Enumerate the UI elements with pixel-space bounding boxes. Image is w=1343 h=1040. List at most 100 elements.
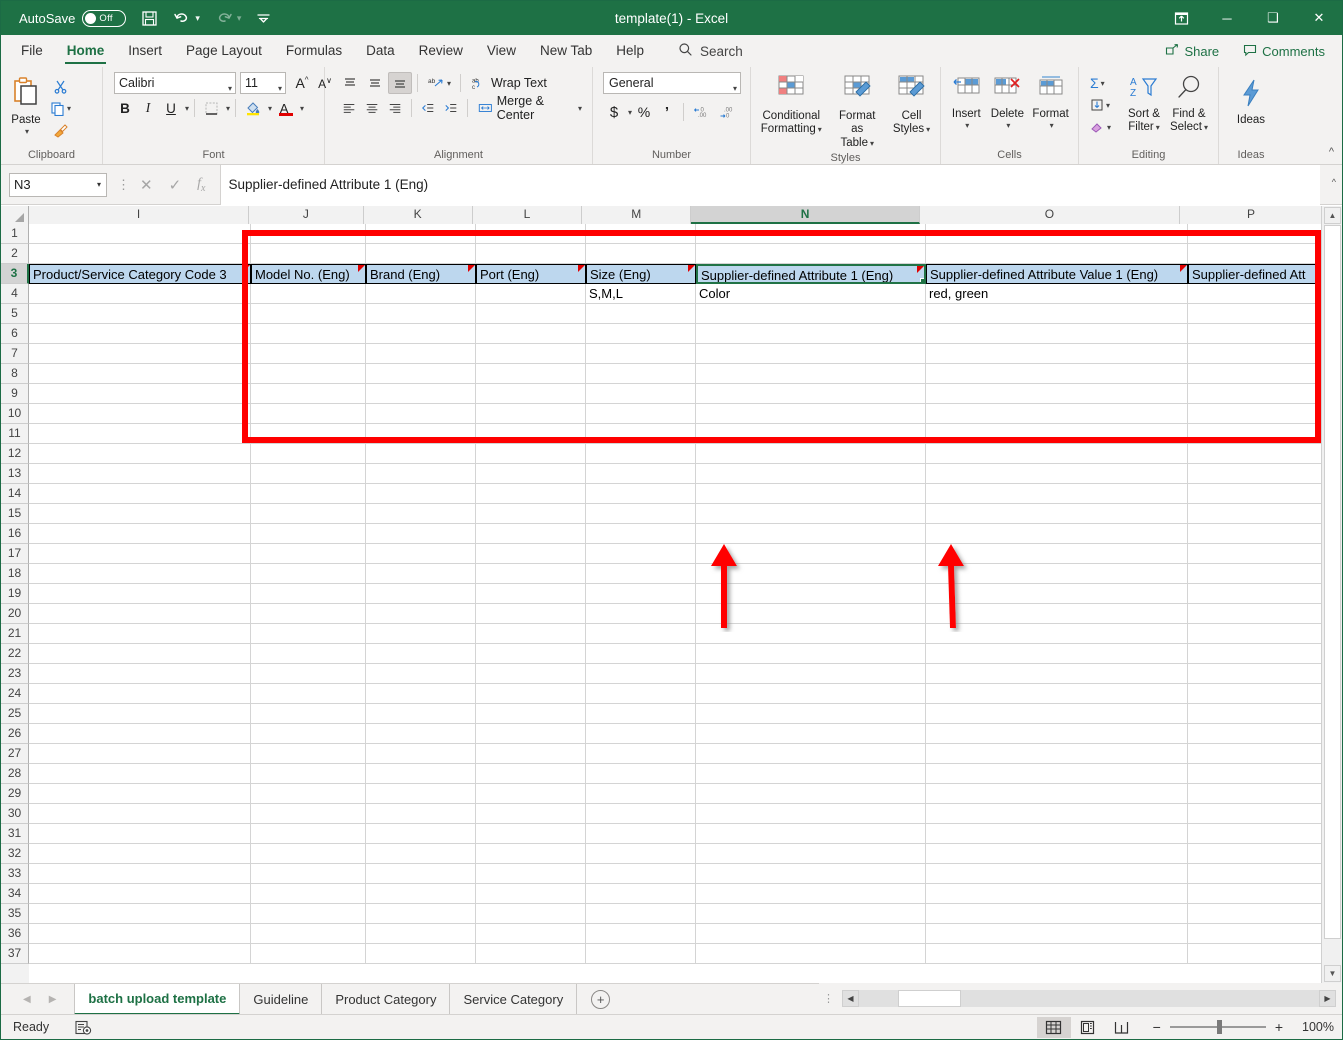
cell-I15[interactable] — [29, 504, 251, 524]
cell-O27[interactable] — [926, 744, 1188, 764]
cell-K28[interactable] — [366, 764, 476, 784]
cell-K14[interactable] — [366, 484, 476, 504]
horizontal-scroll-thumb[interactable] — [898, 990, 961, 1007]
cell-O8[interactable] — [926, 364, 1188, 384]
row-header-28[interactable]: 28 — [1, 764, 29, 784]
row-header-33[interactable]: 33 — [1, 864, 29, 884]
borders-button[interactable] — [200, 97, 223, 119]
cell-M26[interactable] — [586, 724, 696, 744]
cell-N1[interactable] — [696, 224, 926, 244]
cell-I4[interactable] — [29, 284, 251, 304]
row-header-14[interactable]: 14 — [1, 484, 29, 504]
cell-I29[interactable] — [29, 784, 251, 804]
cell-M33[interactable] — [586, 864, 696, 884]
cell-K16[interactable] — [366, 524, 476, 544]
cell-I13[interactable] — [29, 464, 251, 484]
zoom-slider[interactable] — [1170, 1026, 1266, 1028]
cell-I17[interactable] — [29, 544, 251, 564]
cell-M9[interactable] — [586, 384, 696, 404]
cell-K22[interactable] — [366, 644, 476, 664]
cell-O9[interactable] — [926, 384, 1188, 404]
cell-J4[interactable] — [251, 284, 366, 304]
cell-K35[interactable] — [366, 904, 476, 924]
cell-K9[interactable] — [366, 384, 476, 404]
cell-L29[interactable] — [476, 784, 586, 804]
cell-L9[interactable] — [476, 384, 586, 404]
cell-J10[interactable] — [251, 404, 366, 424]
tab-page-layout[interactable]: Page Layout — [174, 35, 274, 67]
accounting-format-button[interactable]: $ — [603, 101, 625, 123]
cell-L15[interactable] — [476, 504, 586, 524]
cell-P34[interactable] — [1188, 884, 1332, 904]
cell-L26[interactable] — [476, 724, 586, 744]
bold-button[interactable]: B — [114, 97, 136, 119]
cell-O15[interactable] — [926, 504, 1188, 524]
cell-K6[interactable] — [366, 324, 476, 344]
cell-J11[interactable] — [251, 424, 366, 444]
name-box[interactable]: N3 ▾ — [9, 173, 107, 197]
cell-L6[interactable] — [476, 324, 586, 344]
tab-split-handle[interactable]: ⋮ — [823, 992, 834, 1005]
save-icon[interactable] — [141, 10, 158, 27]
row-header-32[interactable]: 32 — [1, 844, 29, 864]
cell-K17[interactable] — [366, 544, 476, 564]
center-align-button[interactable] — [361, 97, 383, 119]
row-header-19[interactable]: 19 — [1, 584, 29, 604]
copy-caret-icon[interactable]: ▾ — [67, 104, 71, 113]
cell-J24[interactable] — [251, 684, 366, 704]
cell-I24[interactable] — [29, 684, 251, 704]
align-left-button[interactable] — [338, 97, 360, 119]
cell-area[interactable]: Product/Service Category Code 3Model No.… — [29, 224, 1342, 983]
search-input[interactable]: Search — [678, 42, 743, 60]
cell-P27[interactable] — [1188, 744, 1332, 764]
autosum-button[interactable]: Σ▾ — [1086, 72, 1120, 94]
cancel-icon[interactable]: ✕ — [140, 176, 153, 194]
cell-N29[interactable] — [696, 784, 926, 804]
cell-J6[interactable] — [251, 324, 366, 344]
page-break-preview-button[interactable] — [1105, 1017, 1139, 1038]
cell-O31[interactable] — [926, 824, 1188, 844]
cell-O24[interactable] — [926, 684, 1188, 704]
row-header-8[interactable]: 8 — [1, 364, 29, 384]
cell-I3[interactable]: Product/Service Category Code 3 — [29, 264, 251, 284]
sheet-tab-product-category[interactable]: Product Category — [322, 984, 450, 1015]
row-header-25[interactable]: 25 — [1, 704, 29, 724]
cell-J28[interactable] — [251, 764, 366, 784]
cell-P30[interactable] — [1188, 804, 1332, 824]
cell-K30[interactable] — [366, 804, 476, 824]
cell-J18[interactable] — [251, 564, 366, 584]
top-align-button[interactable] — [338, 72, 362, 94]
cell-N14[interactable] — [696, 484, 926, 504]
row-header-15[interactable]: 15 — [1, 504, 29, 524]
insert-cells-caret-icon[interactable]: ▾ — [965, 121, 969, 130]
page-layout-view-button[interactable] — [1071, 1017, 1105, 1038]
cell-J23[interactable] — [251, 664, 366, 684]
cell-K24[interactable] — [366, 684, 476, 704]
vertical-scroll-track[interactable] — [1324, 225, 1341, 964]
customize-quick-access-icon[interactable] — [256, 11, 271, 26]
cell-M18[interactable] — [586, 564, 696, 584]
cell-N25[interactable] — [696, 704, 926, 724]
cell-I31[interactable] — [29, 824, 251, 844]
row-header-34[interactable]: 34 — [1, 884, 29, 904]
decrease-decimal-button[interactable]: .000 — [715, 101, 740, 123]
cell-J37[interactable] — [251, 944, 366, 964]
percent-format-button[interactable]: % — [633, 101, 655, 123]
delete-cells-button[interactable]: Delete ▾ — [987, 72, 1029, 133]
undo-icon[interactable]: ▾ — [173, 10, 200, 27]
zoom-out-button[interactable]: − — [1153, 1019, 1161, 1035]
cell-J2[interactable] — [251, 244, 366, 264]
cell-N2[interactable] — [696, 244, 926, 264]
cell-O5[interactable] — [926, 304, 1188, 324]
cell-O7[interactable] — [926, 344, 1188, 364]
scroll-down-button[interactable]: ▼ — [1324, 965, 1341, 982]
minimize-button[interactable]: ─ — [1204, 1, 1250, 35]
add-sheet-button[interactable]: + — [591, 990, 610, 1009]
row-header-31[interactable]: 31 — [1, 824, 29, 844]
cell-L18[interactable] — [476, 564, 586, 584]
cell-P7[interactable] — [1188, 344, 1332, 364]
cell-O20[interactable] — [926, 604, 1188, 624]
cell-P14[interactable] — [1188, 484, 1332, 504]
row-header-26[interactable]: 26 — [1, 724, 29, 744]
cell-M20[interactable] — [586, 604, 696, 624]
